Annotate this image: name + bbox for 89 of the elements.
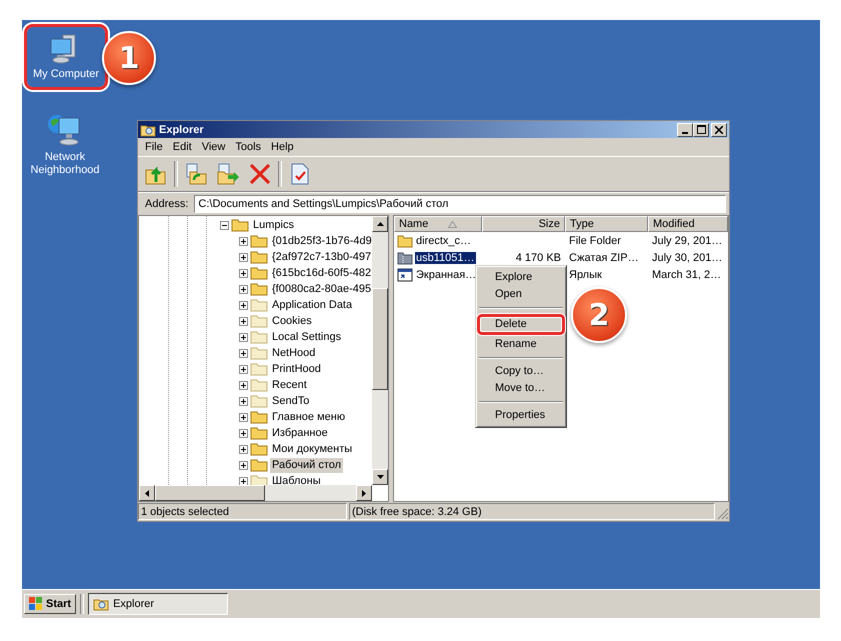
tree-item[interactable]: {f0080ca2-80ae-495 bbox=[270, 282, 372, 296]
tree-item[interactable]: Application Data bbox=[270, 298, 354, 312]
context-menu-item[interactable]: Open bbox=[478, 286, 564, 303]
file-type: Сжатая ZIP… bbox=[568, 252, 640, 264]
scroll-right-icon bbox=[362, 490, 366, 496]
expander-icon[interactable] bbox=[239, 348, 248, 358]
context-menu-item[interactable]: Properties bbox=[478, 407, 564, 424]
tree-item[interactable]: Cookies bbox=[270, 314, 314, 328]
desktop-icon-label: My Computer bbox=[32, 68, 100, 81]
status-free-space: (Disk free space: 3.24 GB) bbox=[349, 503, 715, 520]
file-name[interactable]: directx_c… bbox=[415, 234, 472, 246]
desktop-icon[interactable]: Network Neighborhood bbox=[26, 106, 104, 183]
tree-item[interactable]: Recent bbox=[270, 378, 309, 392]
vertical-scrollbar[interactable] bbox=[372, 216, 388, 485]
file-type: Ярлык bbox=[568, 268, 603, 280]
zip-folder-icon bbox=[397, 250, 413, 264]
expander-icon[interactable] bbox=[239, 316, 248, 326]
expander-icon[interactable] bbox=[239, 284, 248, 294]
expander-icon[interactable] bbox=[239, 252, 248, 262]
expander-icon[interactable] bbox=[239, 332, 248, 342]
file-modified: March 31, 2… bbox=[651, 268, 722, 280]
expander-icon[interactable] bbox=[239, 364, 248, 374]
address-field[interactable]: C:\Documents and Settings\Lumpics\Рабочий стол bbox=[194, 195, 726, 213]
column-header[interactable]: Type bbox=[565, 216, 648, 232]
tree-item[interactable]: Lumpics bbox=[251, 218, 296, 232]
tree-item[interactable]: {2af972c7-13b0-497 bbox=[270, 250, 372, 264]
scroll-up-icon bbox=[376, 222, 384, 226]
desktop-icon-label: Network Neighborhood bbox=[29, 151, 101, 177]
menu-item[interactable]: Help bbox=[266, 140, 299, 154]
tree-item[interactable]: SendTo bbox=[270, 394, 312, 408]
folder-icon bbox=[93, 597, 110, 611]
expander-icon[interactable] bbox=[239, 412, 248, 422]
tree-item[interactable]: Шаблоны bbox=[270, 474, 323, 485]
tree-item[interactable]: Local Settings bbox=[270, 330, 344, 344]
maximize-icon bbox=[696, 125, 706, 134]
column-header[interactable]: Modified bbox=[648, 216, 728, 232]
file-modified: July 30, 201… bbox=[651, 252, 724, 264]
expander-icon[interactable] bbox=[239, 380, 248, 390]
scroll-left-icon bbox=[145, 490, 149, 496]
sort-arrow-icon bbox=[448, 220, 458, 228]
context-menu-item[interactable]: Delete bbox=[476, 313, 566, 336]
context-menu-item[interactable]: Rename bbox=[478, 336, 564, 353]
close-icon bbox=[715, 126, 723, 134]
expander-icon[interactable] bbox=[239, 444, 248, 454]
file-modified: July 29, 201… bbox=[651, 234, 724, 246]
file-size: 4 170 KB bbox=[514, 252, 562, 264]
context-menu-item[interactable]: Explore bbox=[478, 269, 564, 286]
close-button[interactable] bbox=[711, 122, 727, 136]
context-menu-item[interactable]: Move to… bbox=[478, 380, 564, 397]
expander-icon[interactable] bbox=[239, 460, 248, 470]
tree-item[interactable]: Главное меню bbox=[270, 410, 348, 424]
expander-icon[interactable] bbox=[239, 236, 248, 246]
tree-item[interactable]: NetHood bbox=[270, 346, 318, 360]
file-name[interactable]: usb11051… bbox=[415, 252, 476, 264]
expander-icon[interactable] bbox=[239, 476, 248, 485]
expander-icon[interactable] bbox=[220, 220, 229, 230]
file-type: File Folder bbox=[568, 234, 622, 246]
folder-icon bbox=[140, 122, 156, 136]
minimize-icon bbox=[682, 132, 688, 134]
status-selection: 1 objects selected bbox=[138, 503, 347, 520]
maximize-button[interactable] bbox=[693, 122, 709, 136]
menu-item[interactable]: File bbox=[140, 140, 168, 154]
menu-item[interactable]: Edit bbox=[168, 140, 197, 154]
tree-item[interactable]: PrintHood bbox=[270, 362, 323, 376]
step-callout: 1 bbox=[102, 31, 156, 85]
window-title: Explorer bbox=[159, 124, 204, 136]
taskbar-button[interactable]: Explorer bbox=[88, 593, 228, 615]
expander-icon[interactable] bbox=[239, 396, 248, 406]
windows-flag-icon bbox=[29, 597, 43, 611]
shortcut-icon bbox=[397, 268, 413, 282]
tree-item[interactable]: {01db25f3-1b76-4d9 bbox=[270, 234, 372, 248]
column-header[interactable]: Name bbox=[394, 216, 482, 232]
scroll-down-icon bbox=[376, 475, 384, 479]
menu-item[interactable]: Tools bbox=[230, 140, 266, 154]
horizontal-scrollbar[interactable] bbox=[139, 485, 372, 501]
minimize-button[interactable] bbox=[677, 122, 693, 136]
column-header[interactable]: Size bbox=[482, 216, 565, 232]
tree-item[interactable]: {615bc16d-60f5-482 bbox=[270, 266, 372, 280]
menu-item[interactable]: View bbox=[196, 140, 230, 154]
tree-item[interactable]: Рабочий стол bbox=[270, 458, 344, 472]
expander-icon[interactable] bbox=[239, 300, 248, 310]
context-menu-item[interactable]: Copy to… bbox=[478, 363, 564, 380]
expander-icon[interactable] bbox=[239, 268, 248, 278]
tree-item[interactable]: Избранное bbox=[270, 426, 330, 440]
tree-item[interactable]: Мои документы bbox=[270, 442, 354, 456]
file-name[interactable]: Экранная… bbox=[415, 268, 478, 280]
address-label: Address: bbox=[144, 198, 188, 210]
expander-icon[interactable] bbox=[239, 428, 248, 438]
start-button[interactable]: Start bbox=[24, 594, 76, 614]
